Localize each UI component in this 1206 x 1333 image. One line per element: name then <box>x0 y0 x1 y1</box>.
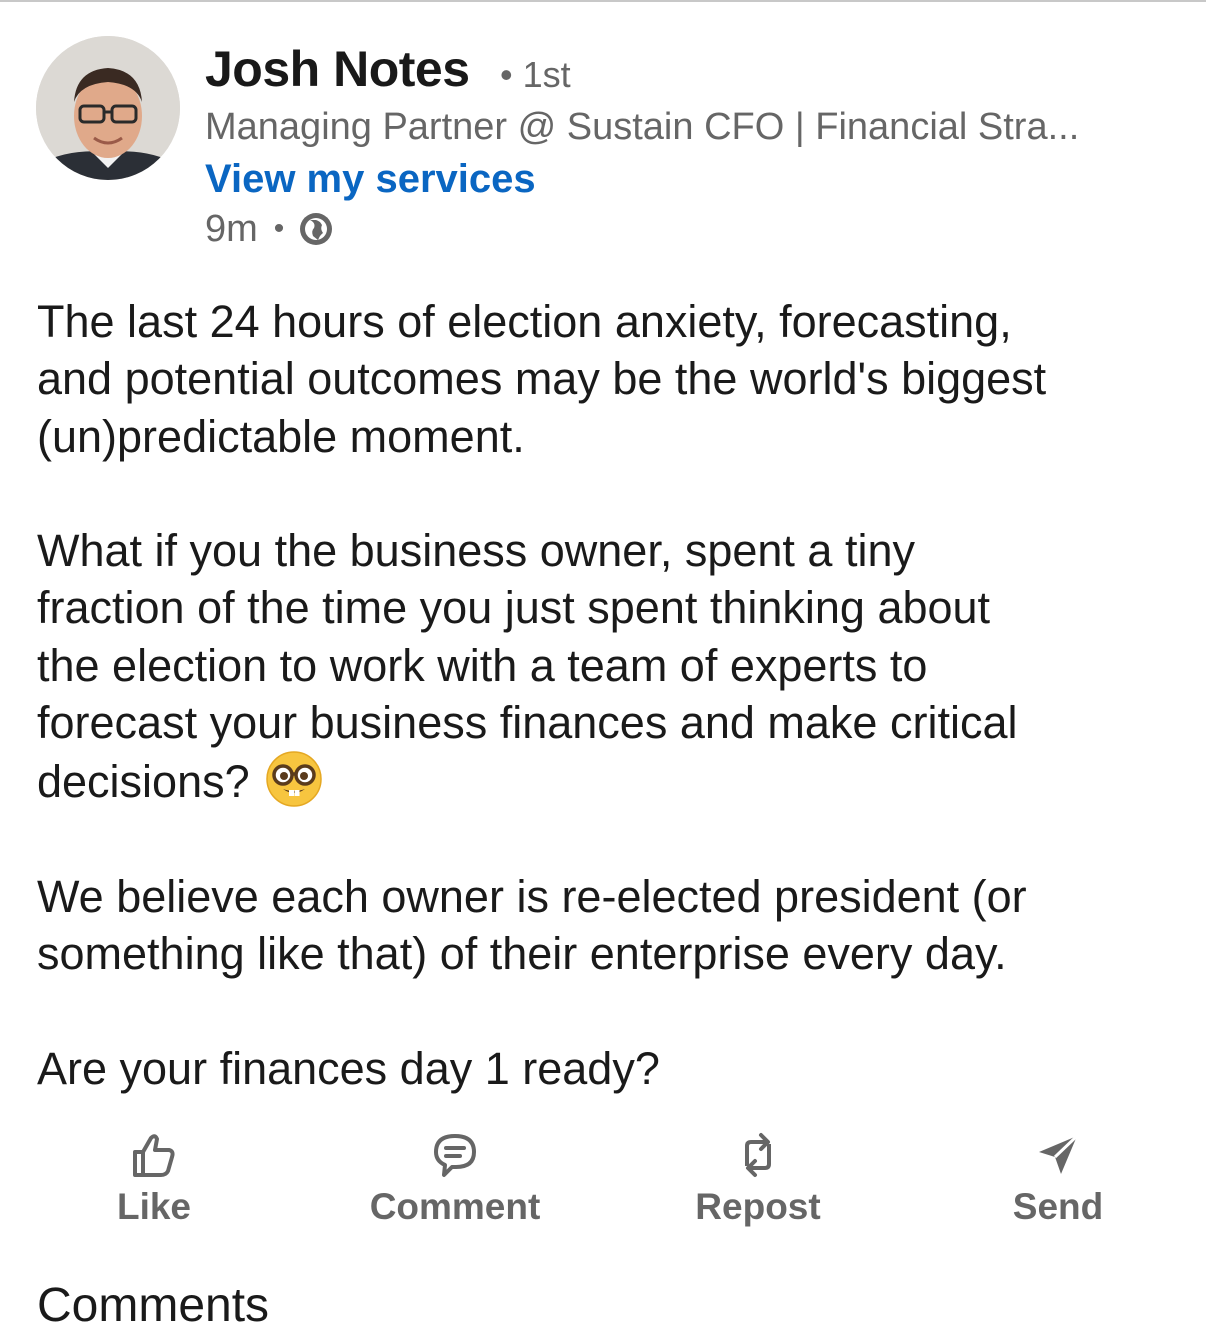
comments-heading: Comments <box>37 1279 270 1332</box>
author-headline: Managing Partner @ Sustain CFO | Financi… <box>205 106 1080 148</box>
repost-label: Repost <box>695 1186 821 1227</box>
repost-icon <box>745 1133 771 1177</box>
post-text-line: The last 24 hours of election anxiety, f… <box>37 296 1012 347</box>
post-text-line: We believe each owner is re-elected pres… <box>37 870 1027 922</box>
thumbs-up-icon <box>133 1134 175 1177</box>
post-time: 9m <box>205 207 258 250</box>
post-text-segment: decisions? <box>37 756 250 808</box>
repost-button[interactable]: Repost <box>628 1130 888 1240</box>
post-text-line: something like that) of their enterprise… <box>37 928 1007 980</box>
post-text-line: What if you the business owner, spent a … <box>37 525 915 577</box>
post-text-line-with-emoji: decisions? <box>37 751 1177 810</box>
post-body: The last 24 hours of election anxiety, f… <box>37 293 1177 1097</box>
author-name[interactable]: Josh Notes <box>205 40 470 98</box>
top-divider <box>0 0 1206 2</box>
comment-bubble-icon <box>434 1134 476 1177</box>
like-label: Like <box>116 1186 192 1227</box>
avatar-photo-icon <box>36 36 180 180</box>
post-text-line: and potential outcomes may be the world'… <box>37 353 1047 405</box>
author-avatar[interactable] <box>36 36 180 180</box>
post-meta: 9m • <box>205 207 334 251</box>
post-text-line: the election to work with a team of expe… <box>37 639 928 691</box>
meta-separator: • <box>273 212 285 245</box>
degree-dot: • <box>500 54 513 95</box>
degree-label: 1st <box>522 54 571 95</box>
send-icon <box>1039 1134 1079 1174</box>
post-action-bar: Like Comment Repost Send <box>0 1130 1206 1240</box>
like-button[interactable]: Like <box>24 1130 284 1240</box>
connection-degree: • 1st <box>500 54 571 96</box>
post-text-line: Are your finances day 1 ready? <box>37 1042 660 1094</box>
post-text-line: (un)predictable moment. <box>37 410 525 462</box>
nerd-face-emoji-icon <box>266 751 322 808</box>
post-text-line: forecast your business finances and make… <box>37 697 1018 749</box>
post-text-line: fraction of the time you just spent thin… <box>37 582 991 634</box>
comment-label: Comment <box>369 1186 541 1227</box>
send-button[interactable]: Send <box>928 1130 1188 1240</box>
globe-icon <box>300 213 333 245</box>
comment-button[interactable]: Comment <box>325 1130 585 1240</box>
send-label: Send <box>1012 1186 1104 1227</box>
view-services-link[interactable]: View my services <box>205 157 536 202</box>
